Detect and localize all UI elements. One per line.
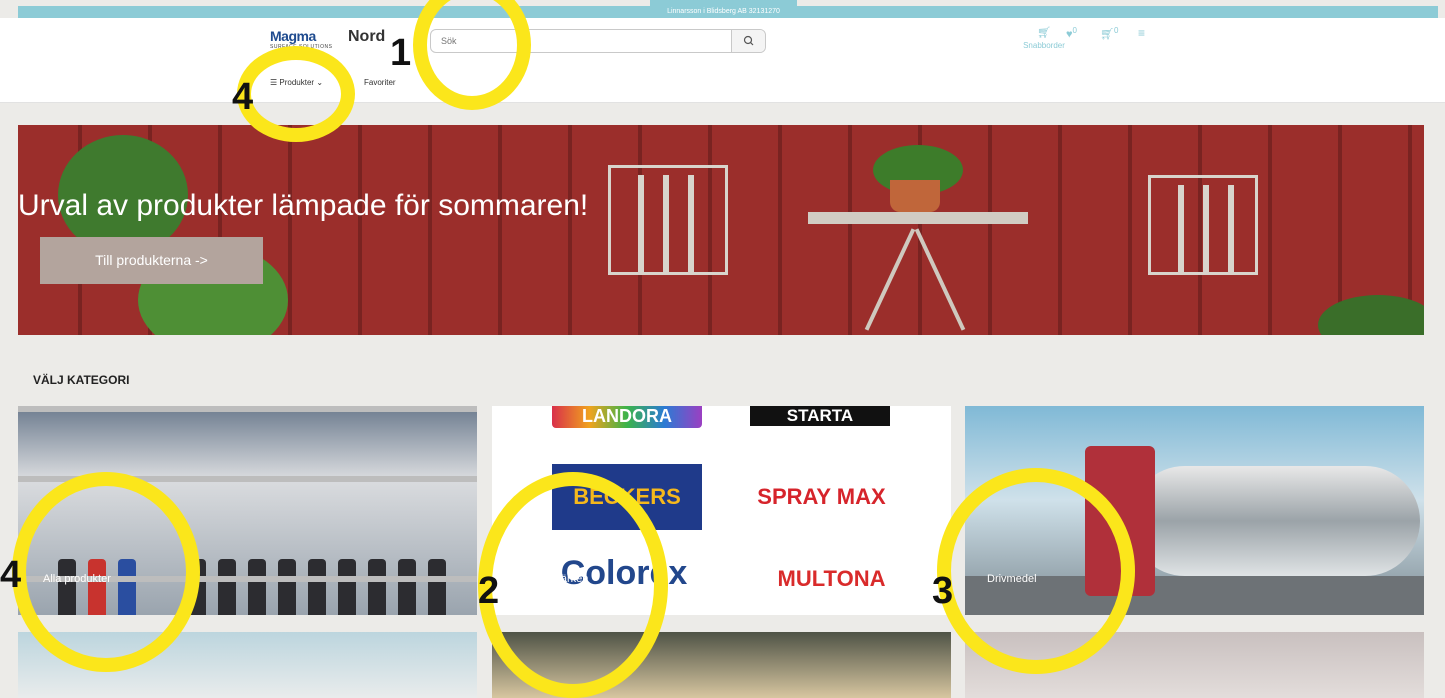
favorites-count: 0 [1072,26,1077,35]
hero-title: Urval av produkter lämpade för sommaren! [18,189,589,222]
annotation-number-3: 3 [932,570,954,612]
hero-cta-button[interactable]: Till produkterna -> [40,237,263,284]
cart-button[interactable]: 🛒︎0 [1100,26,1118,41]
brand-logo-landora: LANDORA [552,406,702,428]
annotation-ring-2 [478,472,668,698]
brand-logo-starta: STARTA [750,406,890,426]
logo-text-primary: Magma [270,28,316,44]
quick-order-cart-icon: 🛒︎ [1037,27,1051,39]
search-icon [743,35,754,46]
brand-logo-spraymax: SPRAY MAX [757,484,886,509]
account-name: Linnarsson i Blidsberg AB 32131270 [667,8,780,15]
annotation-ring-4-card [12,472,200,672]
cart-count: 0 [1113,26,1119,35]
annotation-number-2: 2 [478,570,500,612]
brand-logo-multona: MULTONA [777,566,886,591]
quick-order-label: Snabborder [1023,41,1065,50]
quick-order-button[interactable]: 🛒︎ Snabborder [1014,26,1074,50]
hamburger-icon: ≡ [1138,26,1146,40]
search-button[interactable] [731,30,765,52]
logo-text-secondary: Nord [348,28,386,45]
header-icon-group: 🛒︎ Snabborder ♥0 🛒︎0 ≡ [1014,26,1174,66]
category-section-title: VÄLJ KATEGORI [33,373,130,387]
hero-banner [18,125,1424,335]
cart-icon: 🛒︎ [1100,28,1114,41]
menu-button[interactable]: ≡ [1138,26,1145,40]
annotation-number-4-nav: 4 [232,76,254,118]
nav-favorites-label: Favoriter [364,78,396,87]
annotation-ring-4-nav [237,46,355,142]
annotation-number-1: 1 [390,32,412,74]
favorites-button[interactable]: ♥0 [1066,26,1077,41]
annotation-ring-3 [937,468,1135,674]
nav-item-favorites[interactable]: Favoriter [364,78,396,87]
annotation-number-4-card: 4 [0,554,22,596]
